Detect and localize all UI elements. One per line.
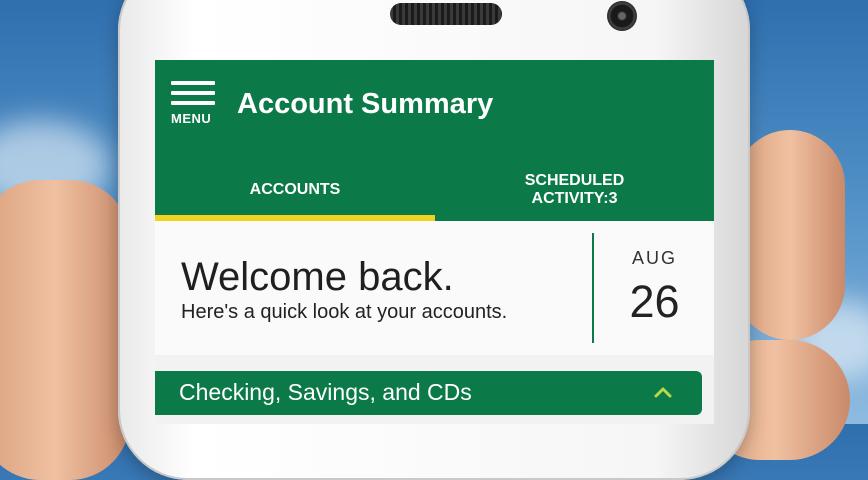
date-divider	[592, 233, 594, 343]
page-title: Account Summary	[237, 88, 494, 120]
tab-accounts[interactable]: ACCOUNTS	[155, 158, 435, 221]
tab-bar: ACCOUNTS SCHEDULED ACTIVITY:3	[155, 158, 714, 221]
tab-scheduled-activity[interactable]: SCHEDULED ACTIVITY:3	[435, 158, 714, 221]
date-day: 26	[629, 276, 680, 327]
app-screen: MENU Account Summary ACCOUNTS SCHEDULED …	[155, 60, 714, 424]
tab-accounts-label: ACCOUNTS	[249, 180, 341, 198]
section-checking-savings-cds[interactable]: Checking, Savings, and CDs	[155, 371, 702, 415]
section-label: Checking, Savings, and CDs	[179, 379, 472, 405]
welcome-heading: Welcome back.	[181, 255, 454, 299]
left-thumb	[0, 180, 130, 480]
phone-speaker	[390, 3, 502, 25]
menu-button[interactable]: MENU	[171, 81, 215, 126]
welcome-subtext: Here's a quick look at your accounts.	[181, 301, 508, 323]
date-month: AUG	[631, 248, 677, 268]
right-finger	[735, 130, 845, 340]
welcome-card: Welcome back. Here's a quick look at you…	[155, 221, 714, 355]
chevron-up-icon	[654, 387, 672, 398]
phone-camera	[607, 1, 637, 31]
menu-label: MENU	[171, 111, 212, 126]
app-bar: MENU Account Summary	[155, 60, 714, 158]
tab-scheduled-label: SCHEDULED ACTIVITY:3	[524, 171, 625, 207]
hamburger-icon	[171, 81, 215, 105]
